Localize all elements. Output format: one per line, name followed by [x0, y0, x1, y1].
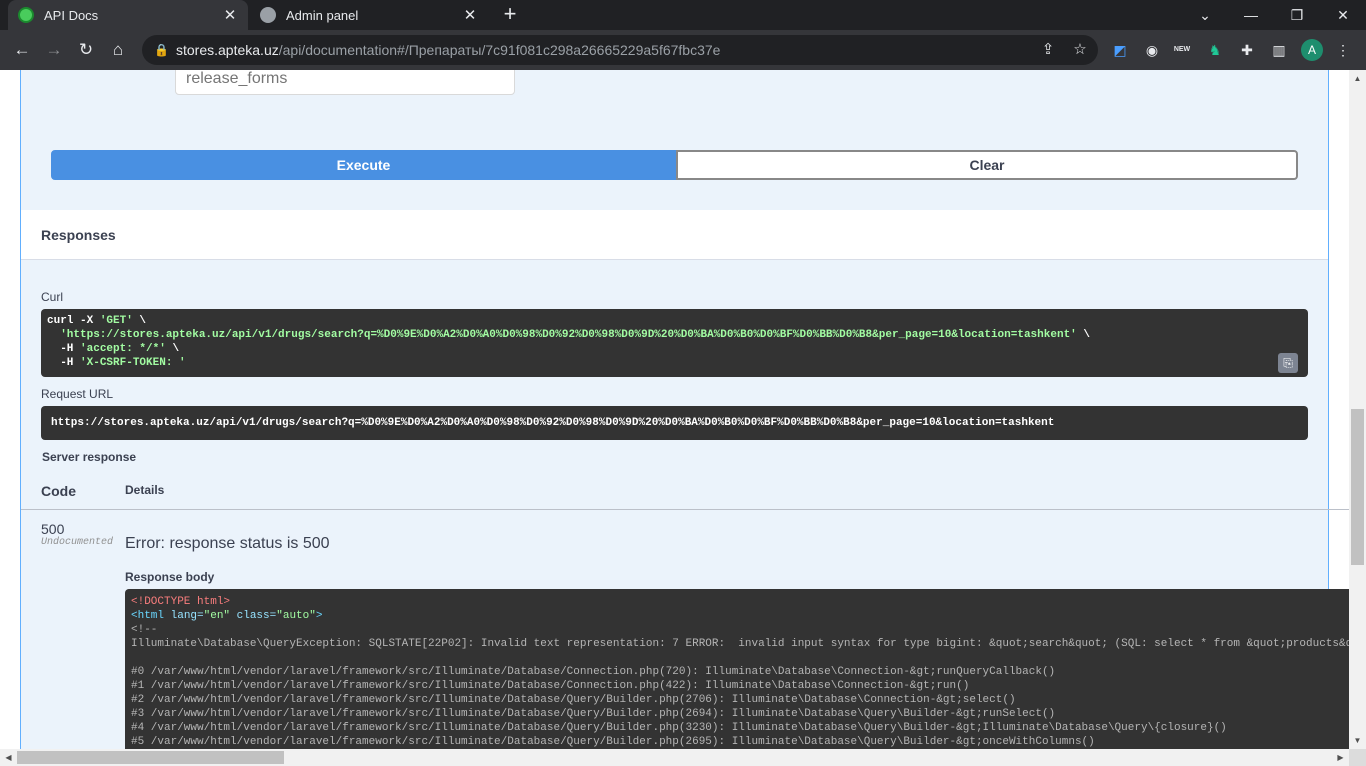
- column-code: Code: [41, 483, 76, 499]
- minimize-button[interactable]: —: [1228, 0, 1274, 30]
- lock-icon[interactable]: 🔒: [154, 43, 169, 57]
- close-tab-icon[interactable]: ✕: [222, 6, 238, 24]
- vertical-scroll-thumb[interactable]: [1351, 409, 1364, 565]
- url-text[interactable]: stores.apteka.uz/api/documentation#/Преп…: [176, 42, 720, 58]
- extensions-puzzle-icon[interactable]: ✚: [1237, 40, 1257, 60]
- curl-line: curl -X 'GET' \: [47, 315, 147, 327]
- page-viewport: Execute Clear Responses Curl curl -X 'GE…: [0, 70, 1366, 766]
- scroll-right-icon[interactable]: ▶: [1332, 749, 1349, 766]
- url-path: /api/documentation#/Препараты/7c91f081c2…: [278, 42, 721, 58]
- column-details: Details: [125, 483, 165, 497]
- profile-avatar[interactable]: A: [1301, 39, 1323, 61]
- curl-line: 'https://stores.apteka.uz/api/v1/drugs/s…: [60, 329, 1090, 341]
- horizontal-scroll-thumb[interactable]: [17, 751, 284, 764]
- swagger-icon: [18, 7, 34, 23]
- response-body-label: Response body: [125, 570, 215, 584]
- extension-new-icon[interactable]: NEW: [1172, 40, 1192, 60]
- share-icon[interactable]: ⇪: [1038, 40, 1058, 60]
- new-tab-button[interactable]: +: [498, 3, 522, 27]
- request-url-label: Request URL: [41, 387, 114, 401]
- browser-toolbar: ← → ↻ ⌂ 🔒 stores.apteka.uz/api/documenta…: [0, 30, 1366, 70]
- scroll-up-icon[interactable]: ▲: [1349, 70, 1366, 87]
- release-forms-input[interactable]: [175, 70, 515, 95]
- copy-to-clipboard-icon[interactable]: ⎘: [1278, 353, 1298, 373]
- scroll-left-icon[interactable]: ◀: [0, 749, 17, 766]
- response-body-block[interactable]: <!DOCTYPE html> <html lang="en" class="au…: [125, 589, 1366, 749]
- tab-title: API Docs: [44, 7, 99, 23]
- execute-button[interactable]: Execute: [51, 150, 676, 180]
- globe-icon: [260, 7, 276, 23]
- status-note: Undocumented: [41, 537, 114, 548]
- status-code: 500: [41, 521, 65, 537]
- horizontal-scrollbar[interactable]: ◀ ▶: [0, 749, 1349, 766]
- browser-menu-icon[interactable]: ⋮: [1333, 40, 1353, 60]
- server-response-label: Server response: [42, 450, 137, 464]
- tab-strip: API Docs ✕ Admin panel ✕ + ⌄ — ❐ ✕: [0, 0, 1366, 30]
- extension-translate-icon[interactable]: ◩: [1110, 40, 1130, 60]
- clear-button[interactable]: Clear: [676, 150, 1298, 180]
- extension-dino-icon[interactable]: ♞: [1205, 40, 1225, 60]
- side-panel-icon[interactable]: ▥: [1269, 40, 1289, 60]
- tab-search-chevron-icon[interactable]: ⌄: [1182, 0, 1228, 30]
- curl-line: -H 'accept: */*' \: [47, 343, 180, 355]
- scrollbar-corner: [1349, 749, 1366, 766]
- error-message: Error: response status is 500: [125, 535, 330, 552]
- tab-admin-panel[interactable]: Admin panel ✕: [250, 0, 488, 30]
- address-bar[interactable]: 🔒 stores.apteka.uz/api/documentation#/Пр…: [142, 35, 1098, 65]
- scroll-down-icon[interactable]: ▼: [1349, 732, 1366, 749]
- maximize-button[interactable]: ❐: [1274, 0, 1320, 30]
- extension-camera-icon[interactable]: ◉: [1142, 40, 1162, 60]
- curl-code-block[interactable]: curl -X 'GET' \ 'https://stores.apteka.u…: [41, 309, 1308, 377]
- window-close-button[interactable]: ✕: [1320, 0, 1366, 30]
- tab-title: Admin panel: [286, 7, 359, 23]
- request-url-block[interactable]: https://stores.apteka.uz/api/v1/drugs/se…: [41, 406, 1308, 440]
- curl-line: -H 'X-CSRF-TOKEN: ': [47, 357, 186, 369]
- responses-heading: Responses: [41, 227, 116, 243]
- url-host: stores.apteka.uz: [176, 42, 279, 58]
- response-table-header: Code Details: [21, 475, 1366, 510]
- vertical-scrollbar[interactable]: ▲ ▼: [1349, 70, 1366, 749]
- responses-header: Responses: [21, 210, 1328, 260]
- back-icon[interactable]: ←: [9, 38, 35, 62]
- close-tab-icon[interactable]: ✕: [462, 6, 478, 24]
- reload-icon[interactable]: ↻: [73, 38, 99, 62]
- curl-label: Curl: [41, 290, 64, 304]
- bookmark-star-icon[interactable]: ☆: [1070, 40, 1090, 60]
- home-icon[interactable]: ⌂: [105, 38, 131, 62]
- tab-api-docs[interactable]: API Docs ✕: [8, 0, 248, 30]
- forward-icon[interactable]: →: [41, 38, 67, 62]
